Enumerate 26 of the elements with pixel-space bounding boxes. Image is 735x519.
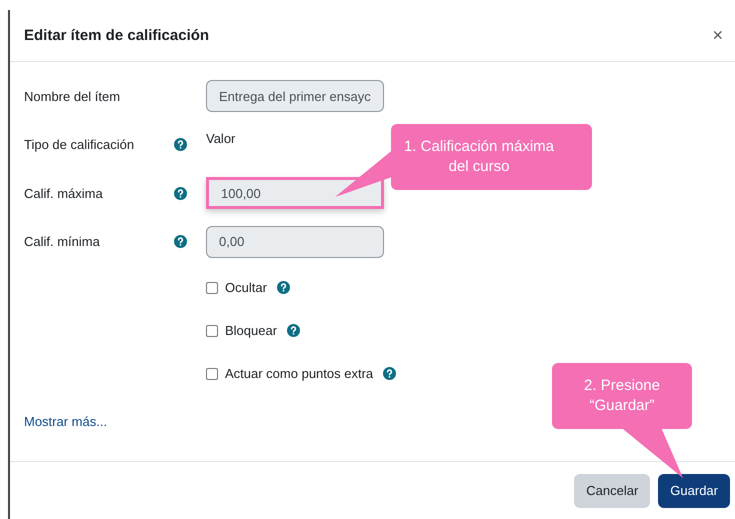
checkbox-label[interactable]: Bloquear xyxy=(225,323,278,338)
field-label: Calif. mínima xyxy=(24,234,101,250)
input-field[interactable]: 0,00 xyxy=(206,226,384,258)
field-label: Nombre del ítem xyxy=(24,88,122,104)
show-more-link[interactable]: Mostrar más... xyxy=(24,414,108,429)
save-button[interactable]: Guardar xyxy=(658,474,730,508)
dialog-title: Editar ítem de calificación xyxy=(24,27,210,44)
help-icon[interactable] xyxy=(174,138,187,152)
field-value: Valor xyxy=(206,130,236,146)
help-icon[interactable] xyxy=(383,367,396,380)
checkbox-label[interactable]: Ocultar xyxy=(225,280,267,295)
help-icon[interactable] xyxy=(276,281,290,294)
input-field[interactable]: 100,00 xyxy=(206,177,384,210)
help-icon[interactable] xyxy=(287,324,300,337)
callout: 2. Presione “Guardar” xyxy=(552,363,692,480)
input-field[interactable]: Entrega del primer ensayc xyxy=(206,80,384,112)
checkbox[interactable] xyxy=(206,324,218,336)
checkbox[interactable] xyxy=(206,368,218,380)
field-label: Tipo de calificación xyxy=(24,137,136,152)
help-icon[interactable] xyxy=(174,235,187,248)
checkbox-label[interactable]: Actuar como puntos extra xyxy=(225,366,374,381)
help-icon[interactable] xyxy=(174,186,187,200)
cancel-button[interactable]: Cancelar xyxy=(574,474,650,508)
checkbox[interactable] xyxy=(206,282,218,294)
field-label: Calif. máxima xyxy=(24,186,104,201)
close-button[interactable]: × xyxy=(708,25,727,46)
